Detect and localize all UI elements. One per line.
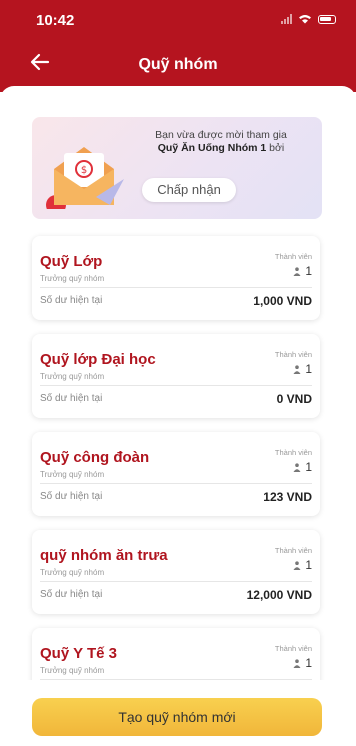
balance-value: 1,000 VND [253, 294, 312, 308]
person-icon [293, 560, 301, 570]
fund-name: quỹ nhóm ăn trưa [40, 547, 168, 564]
person-icon [293, 364, 301, 374]
create-fund-button[interactable]: Tạo quỹ nhóm mới [32, 698, 322, 736]
fund-card[interactable]: Quỹ công đoàn Trưởng quỹ nhóm Thành viên… [32, 432, 320, 516]
fund-card[interactable]: quỹ nhóm ăn trưa Trưởng quỹ nhóm Thành v… [32, 530, 320, 614]
card-divider [40, 581, 312, 582]
balance-label: Số dư hiện tại [40, 589, 103, 600]
status-bar: 10:42 [0, 0, 356, 40]
wifi-icon [299, 15, 311, 24]
invited-fund-name: Quỹ Ăn Uống Nhóm 1 [157, 142, 267, 154]
fund-name: Quỹ Y Tế 3 [40, 645, 117, 662]
invite-banner: $ Bạn vừa được mời tham gia Quỹ Ăn Uống … [32, 117, 322, 219]
person-icon [293, 266, 301, 276]
member-count: 1 [293, 460, 312, 474]
members-label: Thành viên [274, 252, 312, 261]
member-count: 1 [293, 558, 312, 572]
fund-card[interactable]: Quỹ lớp Đại học Trưởng quỹ nhóm Thành vi… [32, 334, 320, 418]
balance-value: 12,000 VND [246, 588, 312, 602]
balance-value: 123 VND [263, 490, 312, 504]
accept-button[interactable]: Chấp nhận [142, 178, 236, 202]
balance-value: 0 VND [276, 392, 312, 406]
card-divider [40, 287, 312, 288]
fund-name: Quỹ Lớp [40, 253, 103, 270]
battery-icon [318, 14, 336, 24]
fund-role: Trưởng quỹ nhóm [40, 274, 105, 283]
fund-role: Trưởng quỹ nhóm [40, 666, 105, 675]
page-title: Quỹ nhóm [138, 56, 218, 73]
card-divider [40, 483, 312, 484]
member-count: 1 [293, 362, 312, 376]
fund-card[interactable]: Quỹ Lớp Trưởng quỹ nhóm Thành viên 1 Số … [32, 236, 320, 320]
balance-label: Số dư hiện tại [40, 393, 103, 404]
card-divider [40, 385, 312, 386]
fund-name: Quỹ công đoàn [40, 449, 150, 466]
invite-message: Bạn vừa được mời tham gia Quỹ Ăn Uống Nh… [155, 129, 287, 154]
members-label: Thành viên [274, 350, 312, 359]
member-count: 1 [293, 264, 312, 278]
member-count: 1 [293, 656, 312, 670]
status-icons [281, 14, 336, 24]
person-icon [293, 658, 301, 668]
envelope-illustration-icon: $ [46, 147, 124, 209]
balance-label: Số dư hiện tại [40, 295, 103, 306]
status-time: 10:42 [36, 12, 75, 29]
members-label: Thành viên [274, 448, 312, 457]
person-icon [293, 462, 301, 472]
header-bar: Quỹ nhóm [0, 40, 356, 92]
fund-role: Trưởng quỹ nhóm [40, 470, 105, 479]
balance-label: Số dư hiện tại [40, 491, 103, 502]
fund-role: Trưởng quỹ nhóm [40, 372, 105, 381]
members-label: Thành viên [274, 546, 312, 555]
signal-icon [281, 14, 292, 24]
fund-name: Quỹ lớp Đại học [40, 351, 156, 368]
fund-role: Trưởng quỹ nhóm [40, 568, 105, 577]
svg-text:$: $ [81, 165, 87, 176]
members-label: Thành viên [274, 644, 312, 653]
